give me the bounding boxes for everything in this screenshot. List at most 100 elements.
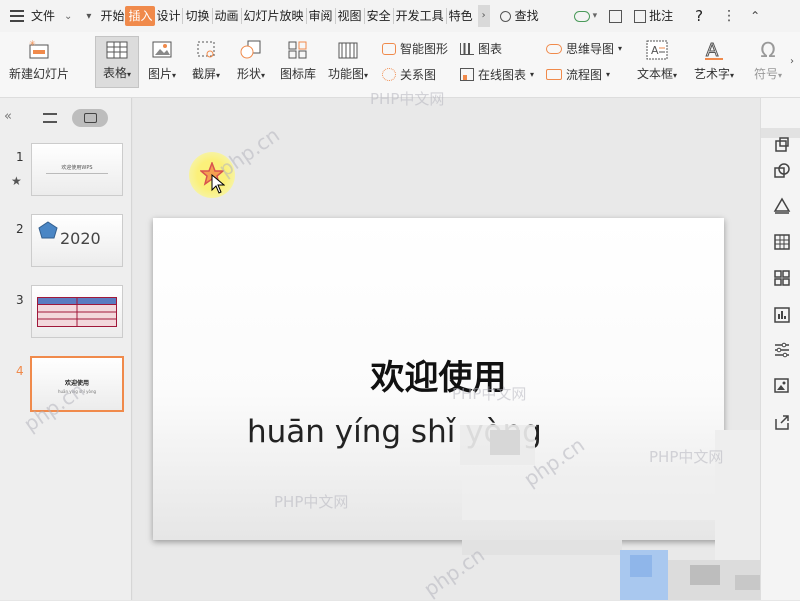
table-button[interactable]: 表格▾ bbox=[95, 36, 139, 88]
slide-number: 2 bbox=[16, 222, 24, 236]
comment-icon[interactable] bbox=[634, 9, 647, 23]
slide-number: 1 bbox=[16, 150, 24, 164]
shape-style-icon[interactable] bbox=[773, 162, 791, 180]
icon-library-icon bbox=[288, 41, 307, 59]
slide-title[interactable]: 欢迎使用 bbox=[153, 350, 724, 399]
cloud-sync-icon[interactable] bbox=[573, 10, 590, 22]
new-slide-icon: ✳ bbox=[29, 39, 49, 59]
grid-apps-icon[interactable] bbox=[773, 269, 791, 287]
smart-art-icon bbox=[382, 42, 396, 55]
chart-icon bbox=[460, 42, 474, 55]
relation-button[interactable]: 关系图 bbox=[382, 66, 436, 83]
pentagon-shape bbox=[38, 221, 58, 239]
function-chart-label: 功能图 bbox=[327, 67, 364, 81]
new-slide-button[interactable]: ✳ 新建幻灯片 bbox=[6, 39, 72, 82]
shape-icon bbox=[240, 40, 261, 59]
screenshot-icon bbox=[197, 41, 215, 58]
online-chart-button[interactable]: 在线图表 ▾ bbox=[460, 66, 534, 83]
slide-number: 3 bbox=[16, 293, 24, 307]
flowchart-label: 流程图 bbox=[566, 68, 603, 82]
object-icon[interactable] bbox=[773, 136, 791, 154]
tab-insert[interactable]: 插入 bbox=[125, 6, 156, 26]
file-menu[interactable]: 文件 bbox=[30, 6, 56, 26]
slide2-thumb-text: 2020 bbox=[60, 229, 101, 248]
more-icon[interactable]: ⋮ bbox=[722, 8, 736, 24]
wordart-label: 艺术字 bbox=[693, 67, 730, 81]
mindmap-icon bbox=[546, 43, 562, 54]
symbol-button[interactable]: Ω 符号▾ bbox=[748, 39, 788, 82]
tab-animation[interactable]: 动画 bbox=[214, 6, 240, 26]
mouse-cursor-icon bbox=[211, 174, 225, 194]
relation-label: 关系图 bbox=[400, 68, 437, 82]
slide1-thumb-line bbox=[46, 173, 108, 174]
tab-special[interactable]: 特色 bbox=[448, 6, 476, 26]
divider bbox=[392, 8, 394, 24]
divider bbox=[334, 8, 336, 24]
divider bbox=[182, 8, 184, 24]
collapse-ribbon-icon[interactable]: ⌃ bbox=[750, 9, 760, 23]
divider bbox=[363, 8, 365, 24]
screenshot-button[interactable]: 截屏▾ bbox=[188, 39, 224, 82]
tab-design[interactable]: 设计 bbox=[155, 6, 181, 26]
svg-text:A: A bbox=[651, 44, 659, 57]
search-icon[interactable] bbox=[499, 10, 511, 22]
thumbnail-view-icon bbox=[84, 113, 97, 123]
chart-button[interactable]: 图表 bbox=[460, 40, 502, 57]
tab-developer[interactable]: 开发工具 bbox=[395, 6, 445, 26]
function-chart-button[interactable]: 功能图▾ bbox=[326, 39, 370, 82]
textbox-label: 文本框 bbox=[636, 67, 673, 81]
smart-art-label: 智能图形 bbox=[400, 42, 449, 56]
table-shape bbox=[37, 297, 117, 327]
mindmap-button[interactable]: 思维导图 ▾ bbox=[546, 40, 622, 57]
flowchart-icon bbox=[546, 69, 562, 80]
chart-style-icon[interactable] bbox=[773, 306, 791, 324]
scroll-right-icon[interactable]: › bbox=[790, 56, 794, 67]
divider bbox=[445, 8, 447, 24]
picture-label: 图片 bbox=[147, 67, 172, 81]
mindmap-label: 思维导图 bbox=[566, 42, 615, 56]
help-button[interactable]: ? bbox=[694, 6, 704, 26]
share-icon[interactable] bbox=[609, 9, 623, 23]
icon-library-label: 图标库 bbox=[279, 67, 316, 81]
more-tabs-icon[interactable]: ▾ bbox=[86, 11, 91, 22]
divider bbox=[211, 8, 213, 24]
image-edit-icon[interactable] bbox=[773, 377, 791, 395]
tab-security[interactable]: 安全 bbox=[366, 6, 392, 26]
chevron-down-icon[interactable]: ⌄ bbox=[64, 11, 72, 22]
slides-panel: « 1 ★ 欢迎使用WPS 2 2020 3 4 欢迎使用 huān yíng … bbox=[0, 98, 132, 600]
hamburger-icon[interactable] bbox=[10, 10, 24, 22]
tab-transition[interactable]: 切换 bbox=[184, 6, 210, 26]
online-chart-icon bbox=[460, 68, 474, 81]
icon-library-button[interactable]: 图标库 bbox=[277, 39, 319, 82]
slide-thumbnail-3[interactable] bbox=[31, 285, 123, 338]
flowchart-button[interactable]: 流程图 ▾ bbox=[546, 66, 610, 83]
picture-icon bbox=[152, 41, 172, 58]
function-chart-icon bbox=[338, 42, 358, 59]
collapse-panel-icon[interactable]: « bbox=[4, 109, 12, 124]
wordart-button[interactable]: A 艺术字▾ bbox=[690, 39, 738, 82]
settings-sliders-icon[interactable] bbox=[773, 341, 791, 359]
export-icon[interactable] bbox=[773, 413, 791, 431]
watermark: PHP中文网 bbox=[649, 448, 724, 466]
chevron-down-icon[interactable]: ▾ bbox=[593, 11, 598, 21]
scroll-tabs-button[interactable]: › bbox=[477, 5, 490, 27]
thumbnail-view-button[interactable] bbox=[72, 109, 108, 127]
fill-icon[interactable] bbox=[773, 197, 791, 215]
shape-button[interactable]: 形状▾ bbox=[232, 39, 270, 82]
picture-button[interactable]: 图片▾ bbox=[144, 39, 180, 82]
tab-review[interactable]: 审阅 bbox=[308, 6, 334, 26]
comment-button[interactable]: 批注 bbox=[648, 6, 674, 26]
tab-slideshow[interactable]: 幻灯片放映 bbox=[243, 6, 305, 26]
slide-thumbnail-1[interactable]: 欢迎使用WPS bbox=[31, 143, 123, 196]
textbox-button[interactable]: A 文本框▾ bbox=[634, 39, 680, 82]
slide-thumbnail-2[interactable]: 2020 bbox=[31, 214, 123, 267]
watermark: PHP中文网 bbox=[452, 385, 527, 403]
slide1-thumb-title: 欢迎使用WPS bbox=[61, 165, 93, 171]
tab-home[interactable]: 开始 bbox=[99, 6, 125, 26]
table-style-icon[interactable] bbox=[773, 233, 791, 251]
omega-icon: Ω bbox=[760, 38, 776, 62]
smart-art-button[interactable]: 智能图形 bbox=[382, 40, 448, 57]
tab-view[interactable]: 视图 bbox=[337, 6, 363, 26]
outline-view-icon[interactable] bbox=[43, 113, 57, 123]
search-button[interactable]: 查找 bbox=[514, 6, 540, 26]
